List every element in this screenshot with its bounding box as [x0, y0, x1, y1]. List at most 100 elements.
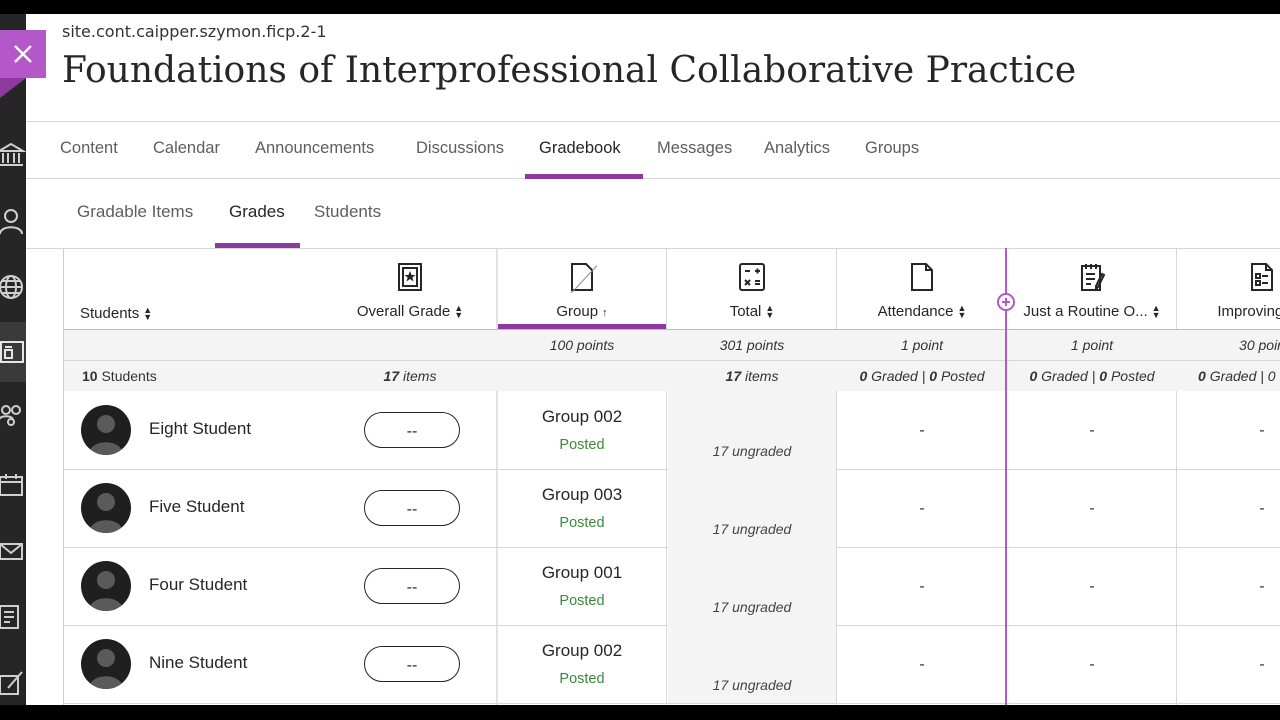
column-header-students[interactable]: Students ▲ ▼ — [80, 249, 200, 329]
improving-grade[interactable]: - — [1252, 499, 1272, 517]
row-divider — [64, 703, 1280, 704]
tools-icon[interactable] — [0, 668, 26, 698]
close-icon — [14, 45, 32, 63]
points-routine: 1 point — [1070, 337, 1114, 353]
total-cell[interactable]: 17 ungraded — [668, 625, 836, 703]
sort-icon: ▲ ▼ — [1151, 303, 1161, 321]
sort-icon: ▲ ▼ — [454, 303, 464, 321]
ungraded-count: 17 ungraded — [712, 443, 792, 459]
column-header-group[interactable]: Group ↑ — [498, 249, 666, 329]
improving-grade[interactable]: - — [1252, 421, 1272, 439]
column-insert-line — [1005, 248, 1007, 705]
calendar-icon[interactable] — [0, 470, 26, 500]
tab-calendar[interactable]: Calendar — [153, 122, 220, 179]
points-improving: 30 poin — [1239, 337, 1280, 353]
total-items-count: 17 items — [725, 368, 779, 384]
overall-items-count: 17 items — [383, 368, 437, 384]
course-title: Foundations of Interprofessional Collabo… — [62, 50, 1077, 91]
overall-grade-pill[interactable]: -- — [364, 490, 460, 526]
grades-grid: Students ▲ ▼ Overall Grade ▲ ▼ Group ↑ Total ▲… — [63, 249, 1280, 705]
student-row: Five Student -- Group 003 Posted 17 ungr… — [64, 469, 1280, 547]
tab-content[interactable]: Content — [60, 122, 118, 179]
attendance-grade[interactable]: - — [912, 577, 932, 595]
document-icon — [911, 263, 933, 291]
attendance-grade[interactable]: - — [912, 655, 932, 673]
sort-icon: ▲ ▼ — [957, 303, 967, 321]
subtab-gradable-items[interactable]: Gradable Items — [77, 202, 193, 222]
overall-grade-pill[interactable]: -- — [364, 646, 460, 682]
grades-icon[interactable] — [0, 602, 26, 632]
posted-status: Posted — [559, 437, 605, 453]
attendance-status-summary: 0 Graded | 0 Posted — [859, 368, 985, 384]
active-tab-indicator — [525, 174, 643, 179]
tab-discussions[interactable]: Discussions — [416, 122, 504, 179]
group-name[interactable]: Group 001 — [498, 563, 666, 583]
overall-grade-pill[interactable]: -- — [364, 568, 460, 604]
column-header-attendance[interactable]: Attendance ▲ ▼ — [838, 249, 1006, 329]
tab-announcements[interactable]: Announcements — [255, 122, 374, 179]
points-total: 301 points — [719, 337, 785, 353]
journal-icon — [1081, 264, 1106, 292]
improving-status-summary: 0 Graded | 0 — [1198, 368, 1276, 384]
institution-icon[interactable] — [0, 140, 26, 170]
overall-grade-pill[interactable]: -- — [364, 412, 460, 448]
sort-ascending-icon: ↑ — [602, 307, 608, 319]
attendance-grade[interactable]: - — [912, 499, 932, 517]
course-id: site.cont.caipper.szymon.ficp.2-1 — [62, 22, 327, 41]
total-cell[interactable]: 17 ungraded — [668, 469, 836, 547]
close-button-tail — [0, 78, 26, 98]
column-header-improving[interactable]: Improving He — [1178, 249, 1280, 329]
student-name[interactable]: Eight Student — [149, 419, 251, 439]
student-name[interactable]: Four Student — [149, 575, 247, 595]
student-name[interactable]: Five Student — [149, 497, 244, 517]
routine-grade[interactable]: - — [1082, 655, 1102, 673]
groups-icon[interactable] — [0, 402, 26, 432]
ungraded-count: 17 ungraded — [712, 599, 792, 615]
calculator-icon — [739, 263, 765, 291]
routine-grade[interactable]: - — [1082, 421, 1102, 439]
courses-icon[interactable] — [0, 322, 26, 382]
sort-icon: ▲ ▼ — [765, 303, 775, 321]
improving-grade[interactable]: - — [1252, 655, 1272, 673]
tab-analytics[interactable]: Analytics — [764, 122, 830, 179]
tab-groups[interactable]: Groups — [865, 122, 919, 179]
course-panel: site.cont.caipper.szymon.ficp.2-1 Founda… — [26, 14, 1280, 705]
student-row: Eight Student -- Group 002 Posted 17 ung… — [64, 391, 1280, 469]
total-cell[interactable]: 17 ungraded — [668, 391, 836, 469]
attendance-grade[interactable]: - — [912, 421, 932, 439]
improving-grade[interactable]: - — [1252, 577, 1272, 595]
posted-status: Posted — [559, 515, 605, 531]
avatar — [81, 405, 131, 455]
course-nav: Content Calendar Announcements Discussio… — [26, 121, 1280, 179]
group-name[interactable]: Group 002 — [498, 407, 666, 427]
tab-gradebook[interactable]: Gradebook — [539, 122, 621, 179]
total-cell[interactable]: 17 ungraded — [668, 547, 836, 625]
group-name[interactable]: Group 003 — [498, 485, 666, 505]
column-header-total[interactable]: Total ▲ ▼ — [668, 249, 836, 329]
messages-icon[interactable] — [0, 536, 26, 566]
tab-messages[interactable]: Messages — [657, 122, 732, 179]
ungraded-count: 17 ungraded — [712, 521, 792, 537]
column-header-routine[interactable]: Just a Routine O... ▲ ▼ — [1008, 249, 1176, 329]
column-header-overall-grade[interactable]: Overall Grade ▲ ▼ — [340, 249, 480, 329]
routine-grade[interactable]: - — [1082, 577, 1102, 595]
app-frame: site.cont.caipper.szymon.ficp.2-1 Founda… — [0, 0, 1280, 720]
points-group: 100 points — [549, 337, 615, 353]
student-count: 10 Students — [82, 368, 157, 384]
ungraded-count: 17 ungraded — [712, 677, 792, 693]
close-button[interactable] — [0, 30, 46, 78]
profile-icon[interactable] — [0, 206, 26, 236]
routine-grade[interactable]: - — [1082, 499, 1102, 517]
overall-grade-icon — [398, 263, 422, 291]
subtab-grades[interactable]: Grades — [229, 202, 285, 222]
avatar — [81, 561, 131, 611]
group-assignment-icon — [570, 263, 597, 293]
posted-status: Posted — [559, 593, 605, 609]
add-column-button[interactable] — [997, 293, 1015, 311]
avatar — [81, 483, 131, 533]
globe-icon[interactable] — [0, 272, 26, 302]
subtab-students[interactable]: Students — [314, 202, 381, 222]
group-name[interactable]: Group 002 — [498, 641, 666, 661]
gradebook-subnav: Gradable Items Grades Students — [26, 180, 1280, 249]
student-name[interactable]: Nine Student — [149, 653, 247, 673]
